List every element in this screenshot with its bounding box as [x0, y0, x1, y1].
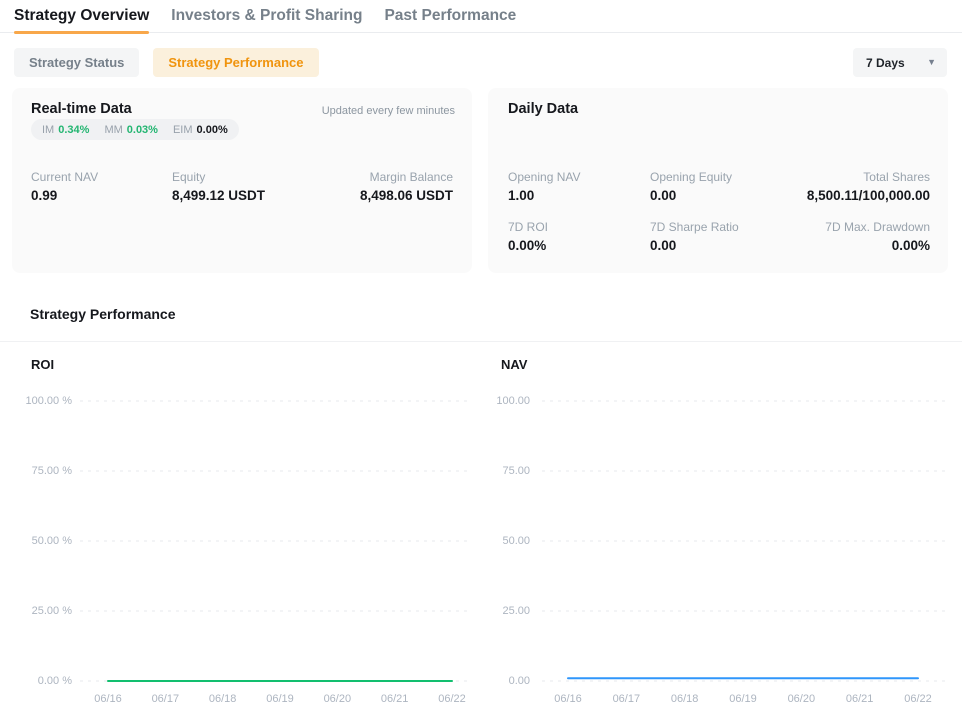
section-divider — [0, 341, 962, 342]
x-axis-label: 06/21 — [846, 692, 874, 706]
badge-label: EIM — [173, 124, 193, 136]
roi-line-chart-canvas — [0, 390, 480, 723]
roi-chart-title: ROI — [31, 357, 54, 372]
performance-section-title: Strategy Performance — [30, 306, 176, 322]
stat-value: 8,500.11/100,000.00 — [807, 188, 930, 204]
stat-7d-roi: 7D ROI 0.00% — [508, 220, 548, 254]
stat-7d-max-drawdown: 7D Max. Drawdown 0.00% — [825, 220, 930, 254]
updated-note: Updated every few minutes — [322, 105, 455, 117]
stat-value: 8,499.12 USDT — [172, 188, 265, 204]
stat-label: 7D Sharpe Ratio — [650, 220, 739, 234]
badge-label: IM — [42, 124, 54, 136]
nav-line-chart-canvas — [482, 390, 962, 723]
stat-total-shares: Total Shares 8,500.11/100,000.00 — [807, 170, 930, 204]
stat-value: 0.00% — [508, 238, 548, 254]
stat-label: Opening NAV — [508, 170, 581, 184]
stat-current-nav: Current NAV 0.99 — [31, 170, 98, 204]
badge-label: MM — [104, 124, 122, 136]
eim-badge: EIM 0.00% — [173, 124, 228, 136]
realtime-data-card: Real-time Data Updated every few minutes… — [12, 88, 472, 273]
daily-data-card: Daily Data Opening NAV 1.00 Opening Equi… — [488, 88, 948, 273]
stat-label: Current NAV — [31, 170, 98, 184]
x-axis-label: 06/22 — [438, 692, 466, 706]
x-axis-label: 06/17 — [613, 692, 641, 706]
sub-tab-bar: Strategy Status Strategy Performance — [14, 48, 319, 77]
x-axis-label: 06/22 — [904, 692, 932, 706]
x-axis-label: 06/19 — [266, 692, 294, 706]
x-axis-label: 06/20 — [324, 692, 352, 706]
stat-value: 1.00 — [508, 188, 581, 204]
stat-label: Opening Equity — [650, 170, 732, 184]
stat-opening-equity: Opening Equity 0.00 — [650, 170, 732, 204]
x-axis-label: 06/21 — [381, 692, 409, 706]
period-dropdown-value: 7 Days — [866, 56, 905, 70]
tab-investors-profit-sharing[interactable]: Investors & Profit Sharing — [171, 0, 362, 33]
period-dropdown[interactable]: 7 Days ▼ — [853, 48, 947, 77]
x-axis-label: 06/19 — [729, 692, 757, 706]
stat-value: 0.99 — [31, 188, 98, 204]
tab-past-performance[interactable]: Past Performance — [384, 0, 516, 33]
stat-label: Equity — [172, 170, 265, 184]
stat-value: 0.00 — [650, 238, 739, 254]
stat-label: Total Shares — [807, 170, 930, 184]
subtab-strategy-performance[interactable]: Strategy Performance — [153, 48, 318, 77]
chevron-down-icon: ▼ — [927, 58, 936, 67]
nav-chart: 100.0075.0050.0025.000.0006/1606/1706/18… — [482, 390, 962, 723]
stat-value: 0.00 — [650, 188, 732, 204]
x-axis-label: 06/18 — [671, 692, 699, 706]
subtab-strategy-status[interactable]: Strategy Status — [14, 48, 139, 77]
stat-opening-nav: Opening NAV 1.00 — [508, 170, 581, 204]
stat-label: 7D ROI — [508, 220, 548, 234]
stat-equity: Equity 8,499.12 USDT — [172, 170, 265, 204]
realtime-card-title: Real-time Data — [31, 101, 132, 117]
im-badge: IM 0.34% — [42, 124, 89, 136]
margin-ratio-badges: IM 0.34% MM 0.03% EIM 0.00% — [31, 119, 239, 140]
roi-chart: 100.00 %75.00 %50.00 %25.00 %0.00 %06/16… — [0, 390, 480, 723]
tab-strategy-overview[interactable]: Strategy Overview — [14, 0, 149, 33]
stat-7d-sharpe-ratio: 7D Sharpe Ratio 0.00 — [650, 220, 739, 254]
mm-badge: MM 0.03% — [104, 124, 158, 136]
stat-label: 7D Max. Drawdown — [825, 220, 930, 234]
x-axis-label: 06/20 — [788, 692, 816, 706]
stat-value: 0.00% — [825, 238, 930, 254]
nav-chart-title: NAV — [501, 357, 527, 372]
x-axis-label: 06/17 — [152, 692, 180, 706]
main-tab-bar: Strategy Overview Investors & Profit Sha… — [0, 0, 962, 33]
stat-value: 8,498.06 USDT — [360, 188, 453, 204]
x-axis-label: 06/16 — [554, 692, 582, 706]
badge-value: 0.00% — [197, 124, 228, 136]
badge-value: 0.03% — [127, 124, 158, 136]
stat-label: Margin Balance — [360, 170, 453, 184]
x-axis-label: 06/16 — [94, 692, 122, 706]
daily-card-title: Daily Data — [508, 101, 578, 117]
x-axis-label: 06/18 — [209, 692, 237, 706]
badge-value: 0.34% — [58, 124, 89, 136]
stat-margin-balance: Margin Balance 8,498.06 USDT — [360, 170, 453, 204]
